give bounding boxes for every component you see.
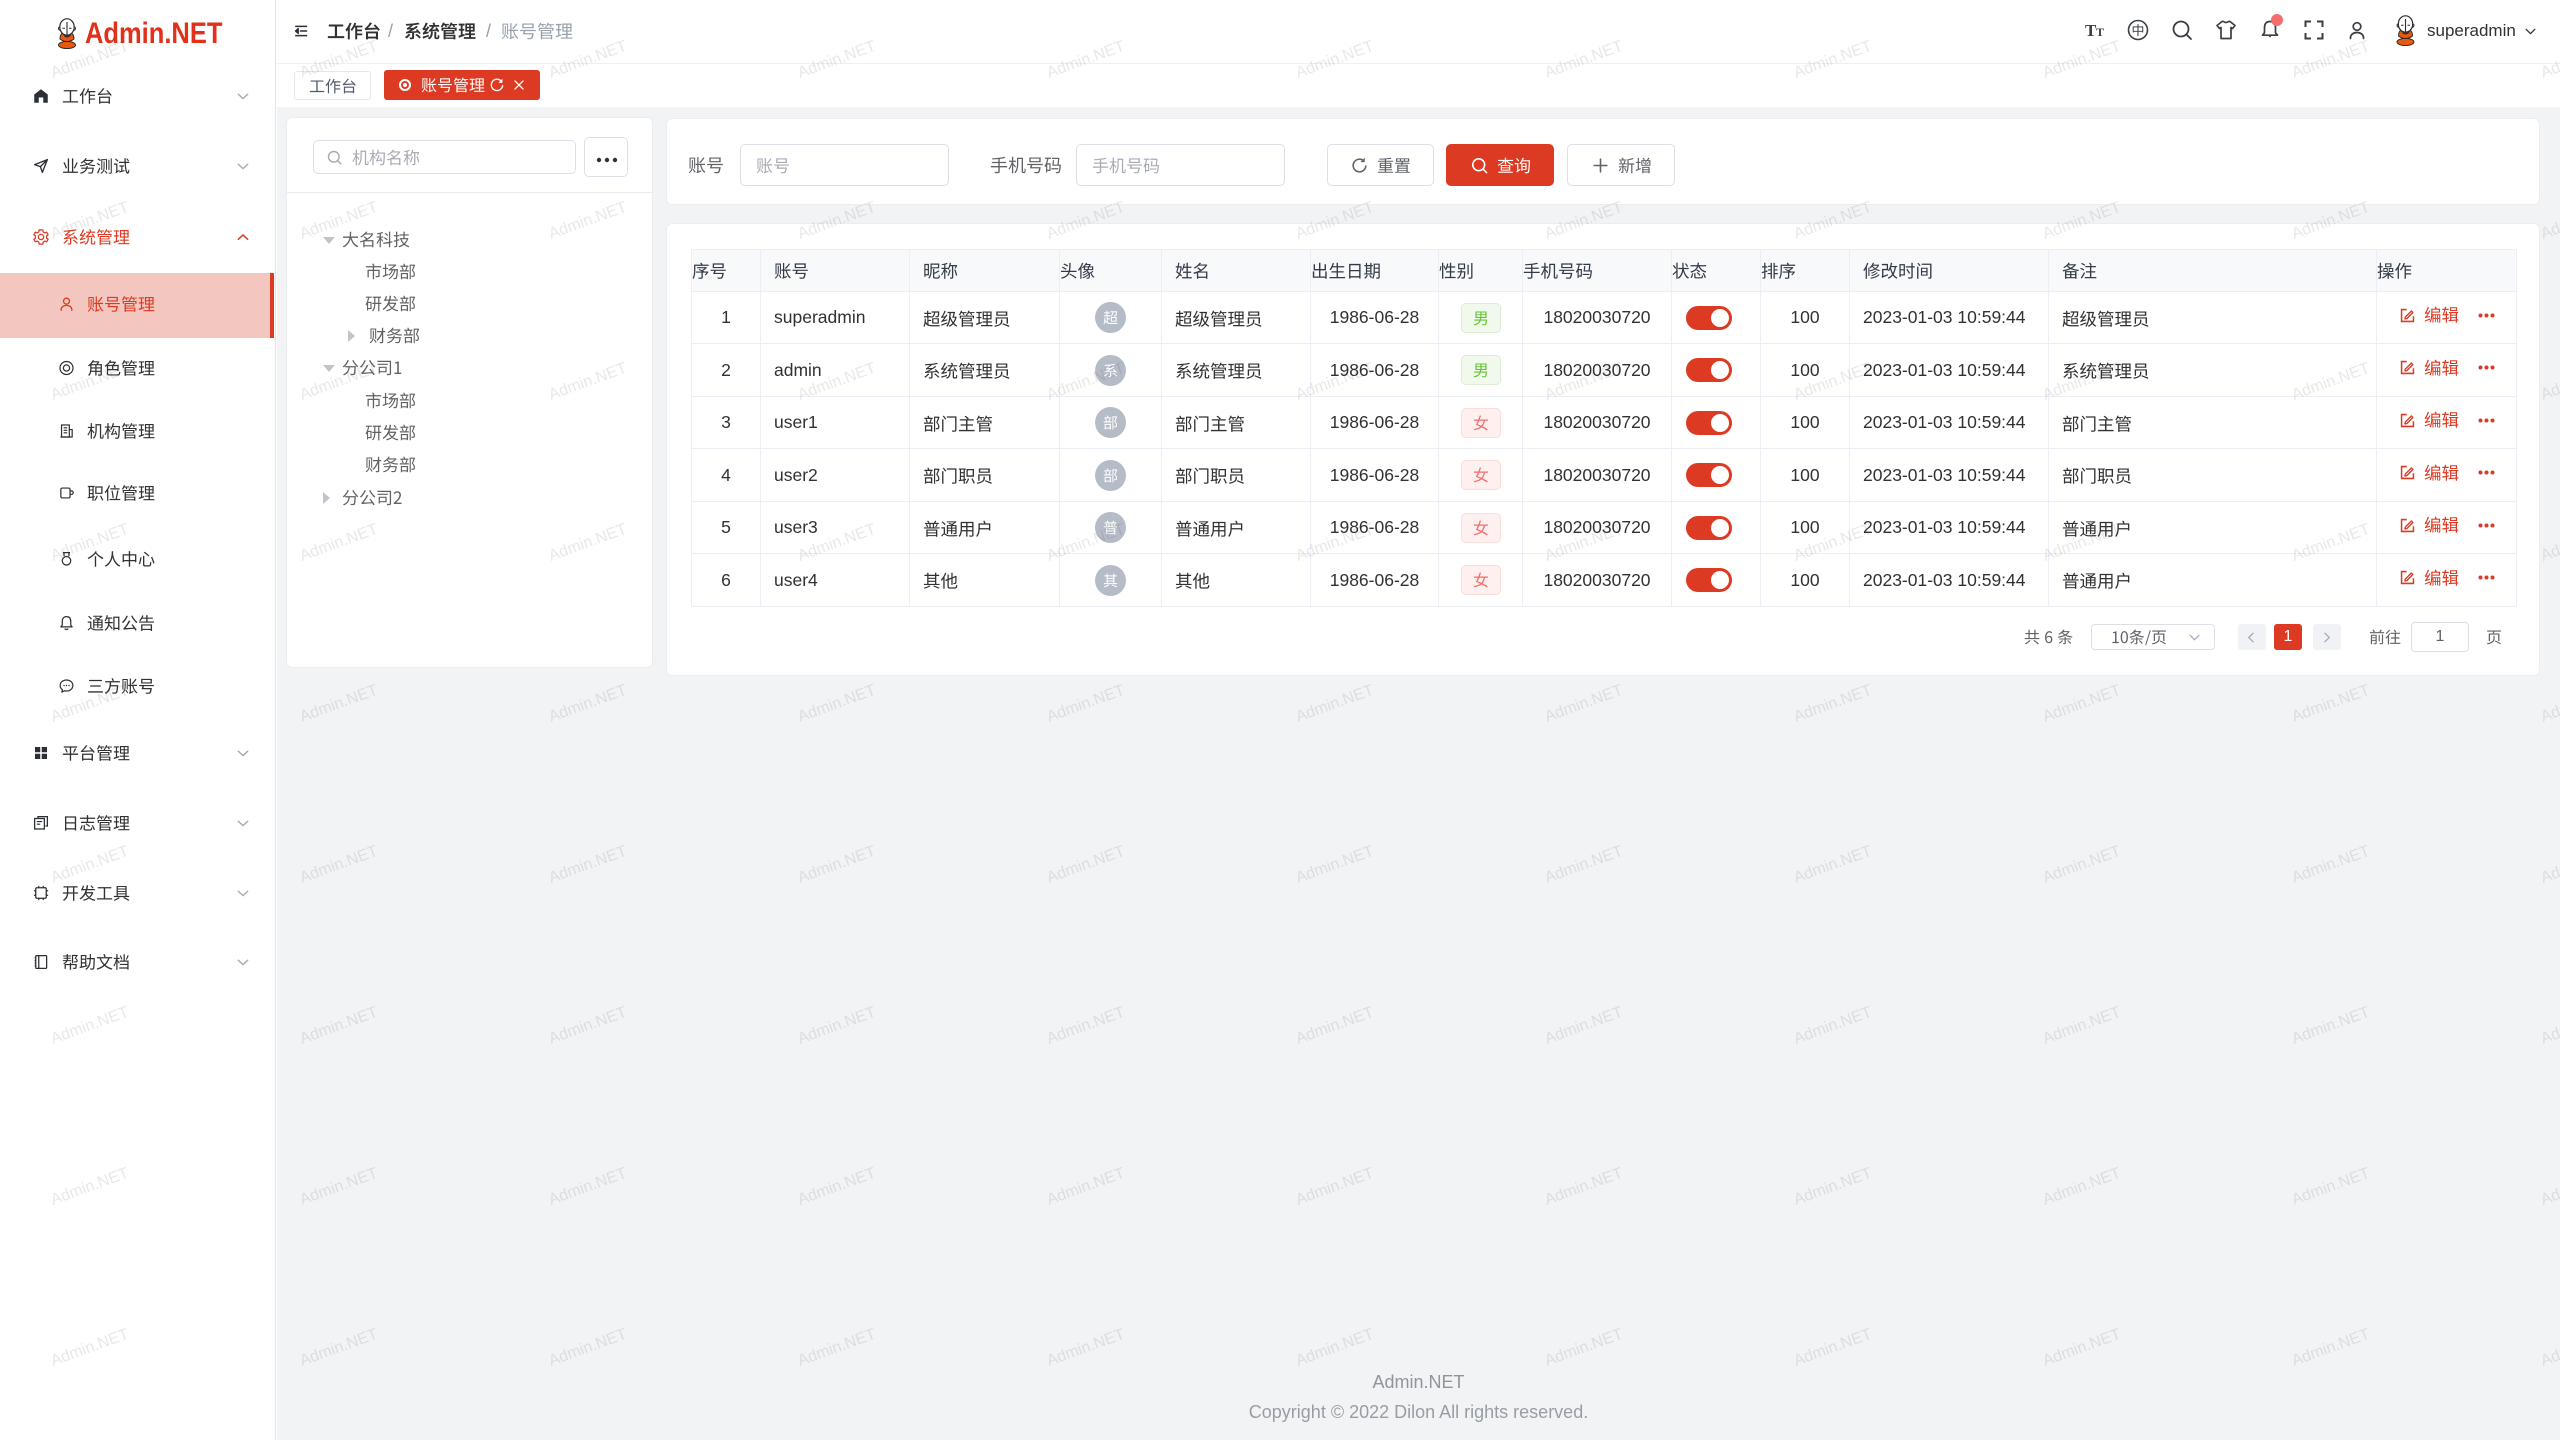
svg-text:T: T <box>2096 25 2104 39</box>
